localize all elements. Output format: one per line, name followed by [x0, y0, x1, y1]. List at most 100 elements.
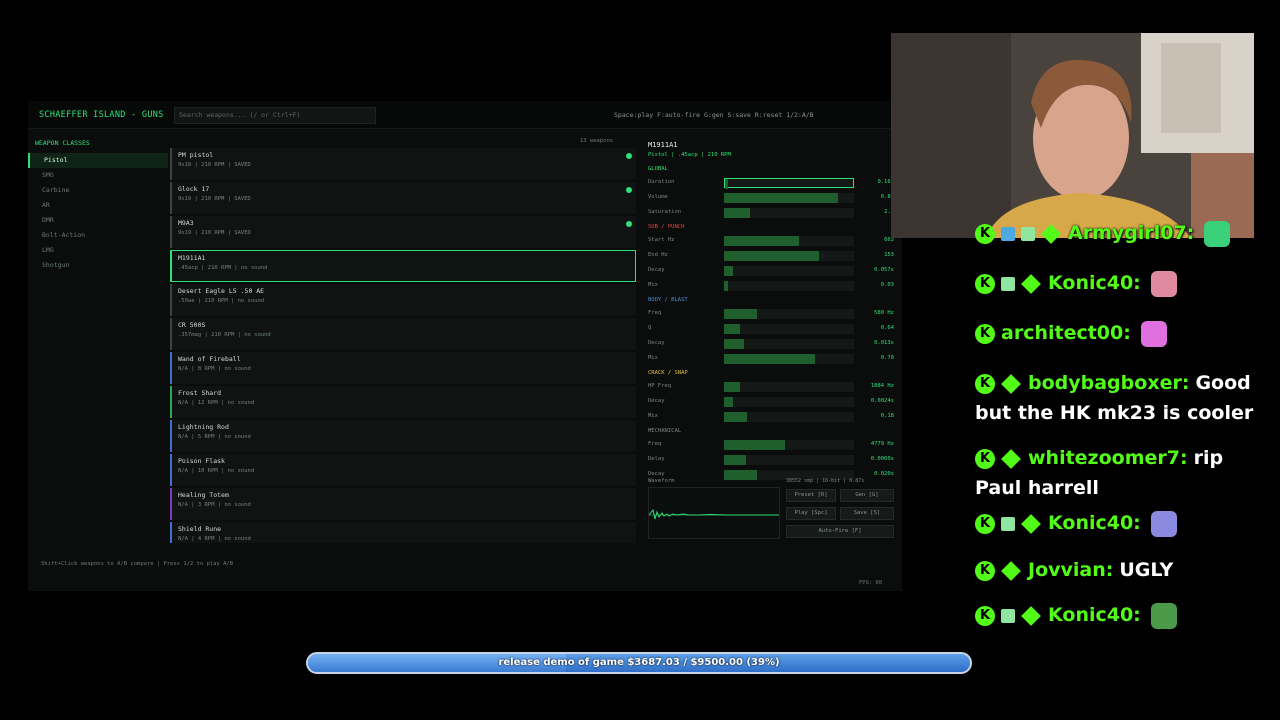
param-slider[interactable] — [724, 440, 854, 450]
chat-message: Karchitect00: — [975, 318, 1255, 348]
weapon-row[interactable]: Glock 17 9x19 | 210 RPM | SAVED — [170, 182, 636, 214]
fps-counter: FPS: 60 — [859, 580, 883, 586]
param-value: 0.057s — [874, 267, 894, 273]
weapon-name: Healing Totem — [178, 491, 229, 499]
waveform-display — [648, 487, 780, 539]
cat-emote — [1204, 220, 1231, 247]
param-slider[interactable] — [724, 193, 854, 203]
weapon-row[interactable]: Healing Totem N/A | 3 RPM | no sound — [170, 488, 636, 520]
param-label: Decay — [648, 398, 665, 404]
param-slider[interactable] — [724, 266, 854, 276]
class-item-ar[interactable]: AR — [28, 198, 168, 213]
sword-badge-icon — [1001, 226, 1015, 241]
selected-weapon-name: M1911A1 — [648, 141, 678, 149]
weapon-name: Glock 17 — [178, 185, 210, 193]
kick-badge-icon: K — [975, 560, 995, 581]
weapon-name: M9A3 — [178, 219, 194, 227]
param-slider[interactable] — [724, 339, 854, 349]
chat-username[interactable]: Jovvian: — [1028, 559, 1113, 581]
param-label: Delay — [648, 456, 665, 462]
param-value: 0.0060s — [870, 456, 894, 462]
param-slider[interactable] — [724, 178, 854, 189]
weapon-row[interactable]: Shield Rune N/A | 4 RPM | no sound — [170, 522, 636, 543]
chat-username[interactable]: Konic40: — [1048, 272, 1141, 294]
param-slider-fill — [724, 193, 838, 203]
sample-info: 38552 smp | 16-bit | 0.87s — [786, 478, 865, 484]
param-slider[interactable] — [724, 324, 854, 334]
kick-badge-icon: K — [975, 513, 995, 534]
param-slider[interactable] — [724, 412, 854, 422]
param-slider-fill — [724, 470, 757, 480]
weapon-row[interactable]: M9A3 9x19 | 210 RPM | SAVED — [170, 216, 636, 248]
class-item-lmg[interactable]: LMG — [28, 243, 168, 258]
weapon-row[interactable]: PM pistol 9x18 | 210 RPM | SAVED — [170, 148, 636, 180]
subscriber-badge-icon — [1021, 273, 1041, 294]
weapon-row[interactable]: Wand of Fireball N/A | 8 RPM | no sound — [170, 352, 636, 384]
weapon-row[interactable]: M1911A1 .45acp | 210 RPM | no sound — [170, 250, 636, 282]
subscriber-badge-icon — [1021, 605, 1041, 626]
section-heading: GLOBAL — [648, 166, 668, 172]
chat-username[interactable]: whitezoomer7: — [1028, 447, 1188, 469]
param-slider[interactable] — [724, 236, 854, 246]
param-slider[interactable] — [724, 309, 854, 319]
class-item-carbine[interactable]: Carbine — [28, 183, 168, 198]
donation-goal-bar: release demo of game $3687.03 / $9500.00… — [306, 652, 972, 674]
weapon-detail: N/A | 10 RPM | no sound — [178, 468, 255, 474]
param-slider[interactable] — [724, 382, 854, 392]
chat-username[interactable]: Konic40: — [1048, 604, 1141, 626]
weapon-detail: .50ae | 210 RPM | no sound — [178, 298, 265, 304]
param-label: HP Freq — [648, 383, 672, 389]
saved-indicator-icon — [626, 187, 632, 193]
kick-badge-icon: K — [975, 448, 995, 469]
weapon-name: Wand of Fireball — [178, 355, 241, 363]
chat-username[interactable]: Armygirl07: — [1068, 222, 1194, 244]
class-item-smg[interactable]: SMG — [28, 168, 168, 183]
weapon-row[interactable]: CR 500S .357mag | 210 RPM | no sound — [170, 318, 636, 350]
param-value: 0.020s — [874, 471, 894, 477]
hand-emote — [1150, 270, 1177, 297]
gen-button[interactable]: Gen [G] — [840, 489, 894, 502]
webcam-image — [891, 33, 1254, 238]
class-item-pistol[interactable]: Pistol — [28, 153, 168, 168]
param-slider-fill — [724, 236, 799, 246]
param-slider[interactable] — [724, 397, 854, 407]
param-slider[interactable] — [724, 354, 854, 364]
kick-badge-icon: K — [975, 605, 995, 626]
preset-button[interactable]: Preset [R] — [786, 489, 836, 502]
param-label: Mix — [648, 282, 658, 288]
class-item-bolt-action[interactable]: Bolt-Action — [28, 228, 168, 243]
param-slider-fill — [724, 266, 733, 276]
shortcut-hints: Space:play F:auto-fire G:gen S:save R:re… — [614, 111, 814, 119]
param-slider-fill — [724, 440, 785, 450]
weapon-classes-heading: WEAPON CLASSES — [35, 139, 90, 147]
chat-username[interactable]: architect00: — [1001, 322, 1131, 344]
class-item-dmr[interactable]: DMR — [28, 213, 168, 228]
chat-message: K Jovvian: UGLY — [975, 555, 1255, 585]
param-slider[interactable] — [724, 455, 854, 465]
chat-username[interactable]: Konic40: — [1048, 512, 1141, 534]
param-slider[interactable] — [724, 281, 854, 291]
save-button[interactable]: Save [S] — [840, 507, 894, 520]
param-value: 0.0024s — [870, 398, 894, 404]
param-slider[interactable] — [724, 251, 854, 261]
param-slider[interactable] — [724, 208, 854, 218]
chat-message: Kwhitezoomer7: rip Paul harrell — [975, 443, 1255, 503]
play-button[interactable]: Play [Spc] — [786, 507, 836, 520]
class-item-shotgun[interactable]: Shotgun — [28, 258, 168, 273]
weapon-row[interactable]: Desert Eagle L5 .50 AE .50ae | 210 RPM | … — [170, 284, 636, 316]
search-input[interactable]: Search weapons... (/ or Ctrl+F) — [174, 107, 376, 124]
weapon-name: Frost Shard — [178, 389, 222, 397]
saved-indicator-icon — [626, 153, 632, 159]
param-label: Mix — [648, 413, 658, 419]
app-title: SCHAEFFER ISLAND - GUNS — [39, 110, 164, 120]
top-bar: SCHAEFFER ISLAND - GUNS Search weapons..… — [28, 101, 902, 129]
weapon-row[interactable]: Poison Flask N/A | 10 RPM | no sound — [170, 454, 636, 486]
autofire-button[interactable]: Auto-Fire [F] — [786, 525, 894, 538]
chat-username[interactable]: bodybagboxer: — [1028, 372, 1189, 394]
weapon-row[interactable]: Frost Shard N/A | 12 RPM | no sound — [170, 386, 636, 418]
param-label: Volume — [648, 194, 668, 200]
param-label: Duration — [648, 179, 675, 185]
param-slider-fill — [724, 251, 819, 261]
weapon-row[interactable]: Lightning Rod N/A | 5 RPM | no sound — [170, 420, 636, 452]
chat-message: K Armygirl07: — [975, 218, 1255, 248]
